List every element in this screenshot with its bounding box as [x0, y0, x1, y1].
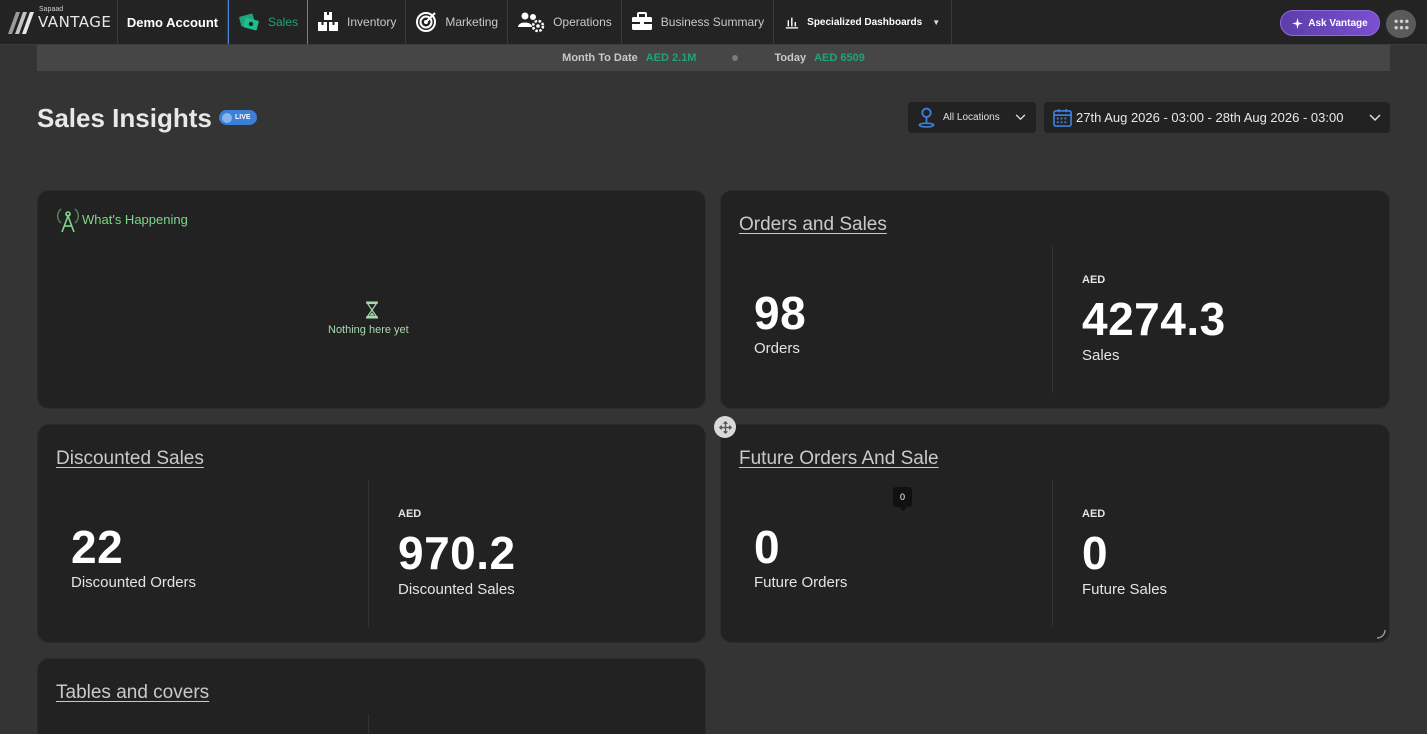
- chart-tooltip: 0: [893, 487, 912, 511]
- orders-label: Orders: [754, 340, 800, 357]
- sales-label: Sales: [1082, 347, 1120, 364]
- metric-divider: [368, 714, 369, 734]
- calendar-icon: [1053, 108, 1072, 127]
- sales-ticker: Month To Date AED 2.1M Today AED 6509: [37, 45, 1390, 71]
- metric-divider: [368, 480, 369, 627]
- today-value: AED 6509: [814, 52, 865, 64]
- target-icon: [416, 12, 437, 32]
- nav-inventory[interactable]: Inventory: [308, 0, 407, 44]
- future-sales-label: Future Sales: [1082, 581, 1168, 598]
- metric-divider: [1052, 480, 1053, 627]
- future-currency: AED: [1082, 508, 1106, 520]
- location-value: All Locations: [943, 112, 1000, 123]
- operations-icon: [518, 12, 545, 33]
- drag-move-handle[interactable]: [714, 416, 736, 438]
- empty-state-text: Nothing here yet: [328, 324, 409, 336]
- discounted-currency: AED: [398, 508, 422, 520]
- future-orders-label: Future Orders: [754, 574, 848, 591]
- future-orders-count: 0: [754, 521, 781, 573]
- whats-happening-card: What's Happening Nothing here yet: [37, 190, 706, 409]
- sparkle-icon: [1292, 17, 1304, 29]
- tables-and-covers-card: Tables and covers: [37, 658, 706, 734]
- live-toggle-knob: [222, 112, 232, 123]
- resize-handle-icon[interactable]: [1376, 629, 1386, 639]
- ticker-separator: [732, 55, 739, 61]
- live-label: LIVE: [235, 114, 251, 121]
- briefcase-icon: [631, 12, 652, 30]
- discounted-sales-amount: 970.2: [398, 527, 516, 579]
- nav-marketing-label: Marketing: [445, 15, 499, 29]
- nav-operations[interactable]: Operations: [508, 0, 622, 44]
- mtd-label: Month To Date: [562, 52, 638, 64]
- nav-sales[interactable]: Sales: [228, 0, 309, 44]
- future-orders-title[interactable]: Future Orders And Sale: [739, 448, 939, 470]
- inventory-icon: [318, 12, 339, 31]
- nav-business-summary[interactable]: Business Summary: [622, 0, 775, 44]
- bar-chart-icon: [786, 17, 799, 29]
- location-dropdown[interactable]: All Locations: [908, 102, 1036, 133]
- hourglass-icon: [366, 301, 378, 319]
- future-sales-amount: 0: [1082, 527, 1109, 579]
- nav-specialized-dashboards[interactable]: Specialized Dashboards ▼: [774, 0, 953, 44]
- tables-and-covers-title[interactable]: Tables and covers: [56, 682, 209, 704]
- sales-currency: AED: [1082, 274, 1106, 286]
- nav-marketing[interactable]: Marketing: [406, 0, 509, 44]
- nav-sales-label: Sales: [268, 15, 299, 29]
- brand-name: VANTAGE: [38, 13, 112, 31]
- sales-amount: 4274.3: [1082, 293, 1226, 345]
- ask-vantage-label: Ask Vantage: [1308, 17, 1368, 29]
- discounted-orders-label: Discounted Orders: [71, 574, 197, 591]
- nav-operations-label: Operations: [553, 15, 612, 29]
- nav-inventory-label: Inventory: [347, 15, 397, 29]
- date-range-picker[interactable]: 27th Aug 2026 - 03:00 - 28th Aug 2026 - …: [1044, 102, 1390, 133]
- caret-down-icon: ▼: [932, 17, 941, 27]
- brand-small-text: Sapaad: [39, 6, 64, 13]
- orders-and-sales-card: Orders and Sales 98 Orders AED 4274.3 Sa…: [720, 190, 1390, 409]
- brand-logo[interactable]: Sapaad VANTAGE: [0, 0, 118, 45]
- date-range-value: 27th Aug 2026 - 03:00 - 28th Aug 2026 - …: [1076, 110, 1344, 125]
- nav-specialized-dashboards-label: Specialized Dashboards: [807, 16, 923, 28]
- page-title: Sales Insights: [37, 103, 212, 133]
- orders-count: 98: [754, 287, 807, 339]
- metric-divider: [1052, 246, 1053, 393]
- broadcast-tower-icon: [56, 208, 80, 233]
- account-name[interactable]: Demo Account: [118, 0, 228, 44]
- ask-vantage-button[interactable]: Ask Vantage: [1280, 10, 1380, 36]
- today-label: Today: [774, 52, 807, 64]
- mtd-value: AED 2.1M: [645, 52, 697, 64]
- chevron-down-icon: [1369, 113, 1381, 121]
- vantage-logo-icon: [8, 11, 34, 34]
- discounted-sales-card: Discounted Sales 22 Discounted Orders AE…: [37, 424, 706, 643]
- discounted-sales-title[interactable]: Discounted Sales: [56, 448, 204, 470]
- discounted-orders-count: 22: [71, 521, 124, 573]
- grid-icon: [1393, 19, 1409, 29]
- top-navigation: Sapaad VANTAGE Demo Account Sales Invent…: [0, 0, 1427, 45]
- orders-and-sales-title[interactable]: Orders and Sales: [739, 214, 887, 236]
- future-orders-card: Future Orders And Sale 0 Future Orders A…: [720, 424, 1390, 643]
- location-pin-icon: [918, 107, 935, 128]
- move-arrows-icon: [718, 420, 732, 434]
- sales-icon: [239, 13, 259, 31]
- whats-happening-title: What's Happening: [82, 212, 188, 227]
- chevron-down-icon: [1015, 114, 1026, 121]
- discounted-sales-label: Discounted Sales: [398, 581, 515, 598]
- nav-business-summary-label: Business Summary: [660, 15, 765, 29]
- live-toggle[interactable]: LIVE: [219, 110, 257, 125]
- apps-menu-button[interactable]: [1386, 10, 1416, 38]
